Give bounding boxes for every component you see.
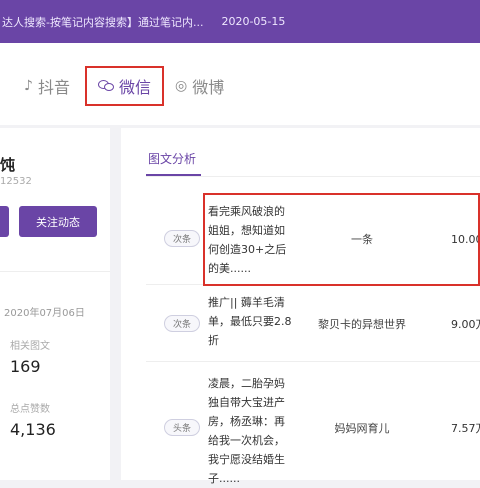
divider [146, 176, 480, 177]
tab-weibo-label: 微博 [192, 78, 225, 97]
profile-panel: 饨 12532 关注动态 2020年07月06日 相关图文 169 总点赞数 4… [0, 128, 110, 480]
header-date: 2020-05-15 [221, 15, 286, 28]
search-hint-text: 达人搜索-按笔记内容搜索】通过笔记内... [2, 15, 204, 29]
highlight-annotation-box [203, 193, 480, 286]
tab-douyin-label: 抖音 [37, 78, 70, 97]
tab-weibo[interactable]: ◎ 微博 [175, 69, 224, 103]
article-title[interactable]: 凌晨，二胎孕妈独自带大宝进产房，杨丞琳：再给我一次机会，我宁愿没结婚生子....… [208, 374, 292, 488]
table-row[interactable]: 次条 推广|| 薅羊毛清单，最低只要2.8折 黎贝卡的异想世界 9.00万 [146, 285, 480, 362]
tab-weixin-label: 微信 [118, 78, 151, 97]
platform-tab-bar: ♪ 抖音 微信 ◎ 微博 [0, 43, 480, 125]
article-position-badge: 头条 [164, 419, 200, 436]
weibo-icon: ◎ [175, 78, 188, 94]
article-position-badge: 次条 [164, 230, 200, 247]
top-bar: 达人搜索-按笔记内容搜索】通过笔记内... 2020-05-15 [0, 0, 480, 43]
follow-button[interactable]: 关注动态 [19, 206, 97, 237]
profile-date: 2020年07月06日 [4, 308, 85, 319]
article-title[interactable]: 推广|| 薅羊毛清单，最低只要2.8折 [208, 293, 292, 350]
related-value: 169 [10, 357, 41, 376]
article-author: 妈妈网育儿 [334, 422, 390, 435]
article-read-count: 9.00万 [451, 318, 480, 331]
profile-action-button[interactable] [0, 206, 9, 237]
content-panel: 图文分析 次条 看完乘风破浪的姐姐，想知道如何创造30+之后的美...... 一… [121, 128, 480, 485]
likes-label: 总点赞数 [10, 404, 50, 415]
article-read-count: 7.57万 [451, 422, 480, 435]
tab-weixin[interactable]: 微信 [85, 66, 164, 106]
table-row[interactable]: 头条 凌晨，二胎孕妈独自带大宝进产房，杨丞琳：再给我一次机会，我宁愿没结婚生子.… [146, 362, 480, 485]
tab-douyin[interactable]: ♪ 抖音 [24, 69, 70, 103]
article-author: 黎贝卡的异想世界 [318, 318, 406, 331]
related-label: 相关图文 [10, 341, 50, 352]
tab-graphic-analysis[interactable]: 图文分析 [148, 150, 196, 167]
divider [0, 271, 110, 272]
article-position-badge: 次条 [164, 315, 200, 332]
profile-name: 饨 [0, 156, 16, 174]
douyin-icon: ♪ [24, 78, 33, 94]
profile-id: 12532 [0, 176, 32, 187]
likes-value: 4,136 [10, 420, 56, 439]
wechat-icon [97, 80, 114, 92]
